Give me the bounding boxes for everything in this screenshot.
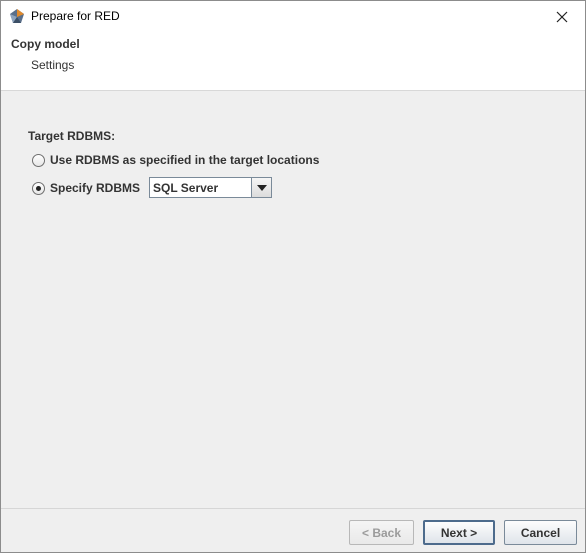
chevron-down-icon	[256, 184, 267, 191]
window-title: Prepare for RED	[31, 9, 120, 23]
wizard-step-title: Copy model	[11, 37, 80, 51]
close-icon	[556, 11, 568, 22]
target-rdbms-label: Target RDBMS:	[28, 129, 116, 143]
specify-rdbms-radio[interactable]	[32, 181, 45, 195]
next-button[interactable]: Next >	[423, 520, 495, 545]
footer-divider	[1, 508, 585, 509]
rdbms-select[interactable]: SQL Server	[149, 177, 272, 198]
wizard-header: Copy model Settings	[1, 32, 585, 91]
rdbms-dropdown-button[interactable]	[251, 178, 271, 197]
wizard-step-subtitle: Settings	[31, 58, 75, 72]
use-target-locations-radio[interactable]	[32, 153, 45, 167]
dialog-window: Prepare for RED Copy model Settings Targ…	[0, 0, 586, 553]
close-button[interactable]	[539, 1, 585, 32]
cancel-button[interactable]: Cancel	[504, 520, 577, 545]
use-target-locations-label: Use RDBMS as specified in the target loc…	[50, 153, 320, 167]
use-target-locations-option[interactable]: Use RDBMS as specified in the target loc…	[32, 153, 319, 167]
specify-rdbms-label: Specify RDBMS	[50, 181, 141, 195]
title-bar: Prepare for RED	[1, 1, 585, 32]
rdbms-select-value: SQL Server	[153, 181, 219, 195]
specify-rdbms-option[interactable]: Specify RDBMS	[32, 181, 140, 195]
app-icon	[9, 8, 25, 24]
back-button[interactable]: < Back	[349, 520, 414, 545]
